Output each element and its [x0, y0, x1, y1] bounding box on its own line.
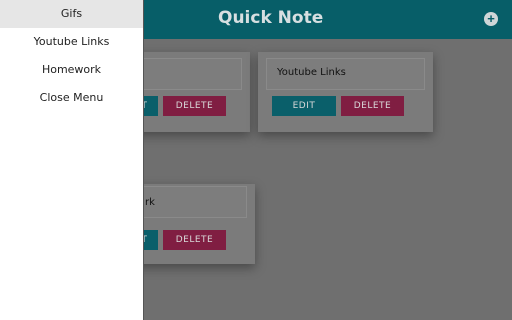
delete-button[interactable]: DELETE	[163, 96, 226, 116]
delete-button[interactable]: DELETE	[163, 230, 226, 250]
menu-item-youtube-links[interactable]: Youtube Links	[0, 28, 143, 56]
menu-item-close-menu[interactable]: Close Menu	[0, 84, 143, 112]
side-menu: Gifs Youtube Links Homework Close Menu	[0, 0, 144, 320]
note-card: Youtube Links EDIT DELETE	[258, 52, 433, 132]
delete-button[interactable]: DELETE	[341, 96, 404, 116]
note-card-header: Youtube Links	[266, 58, 425, 90]
edit-button[interactable]: EDIT	[272, 96, 336, 116]
note-title: rk	[145, 197, 155, 208]
page-title: Quick Note	[218, 8, 324, 28]
add-note-button[interactable]: +	[484, 12, 498, 26]
plus-circle-icon: +	[487, 11, 495, 26]
note-title: Youtube Links	[277, 67, 346, 78]
menu-item-gifs[interactable]: Gifs	[0, 0, 143, 28]
menu-item-homework[interactable]: Homework	[0, 56, 143, 84]
